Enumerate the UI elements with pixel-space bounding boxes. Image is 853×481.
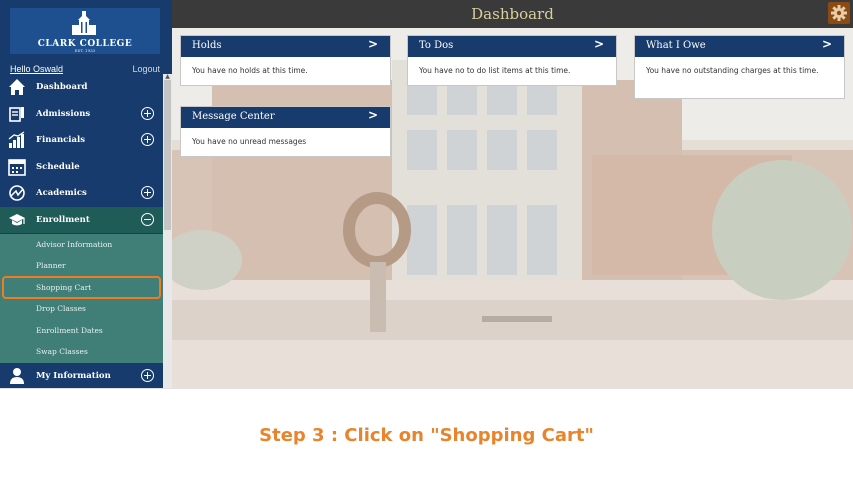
sidebar-item-admissions[interactable]: Admissions xyxy=(0,101,163,127)
submenu-item-advisor-information[interactable]: Advisor Information xyxy=(0,234,163,255)
card-title: What I Owe xyxy=(646,40,706,51)
graduation-cap-icon xyxy=(9,214,25,226)
holds-card-header[interactable]: Holds > xyxy=(181,36,390,57)
what-i-owe-card[interactable]: What I Owe > You have no outstanding cha… xyxy=(634,35,845,99)
sidebar-item-label: Enrollment xyxy=(36,215,90,225)
sidebar-item-label: Financials xyxy=(36,135,86,145)
highlight-box xyxy=(2,276,161,299)
building-logo-icon xyxy=(72,11,96,35)
card-body: You have no to do list items at this tim… xyxy=(419,66,571,75)
calendar-icon xyxy=(8,159,26,176)
top-bar: Dashboard xyxy=(172,0,853,28)
submenu-item-label: Advisor Information xyxy=(36,240,113,249)
submenu-item-label: Enrollment Dates xyxy=(36,326,103,335)
chevron-right-icon: > xyxy=(367,108,378,122)
todos-card[interactable]: To Dos > You have no to do list items at… xyxy=(407,35,617,86)
expand-plus-icon[interactable] xyxy=(141,133,154,146)
app-window: CLARK COLLEGE EST. 1933 Hello Oswald Log… xyxy=(0,0,853,388)
sidebar-item-label: My Information xyxy=(36,371,111,381)
sidebar-item-label: Dashboard xyxy=(36,82,88,92)
card-title: To Dos xyxy=(419,40,454,51)
person-icon xyxy=(10,368,24,384)
todos-card-header[interactable]: To Dos > xyxy=(408,36,616,57)
submenu-item-swap-classes[interactable]: Swap Classes xyxy=(0,341,163,362)
greeting-link[interactable]: Hello Oswald xyxy=(10,64,63,74)
holds-card[interactable]: Holds > You have no holds at this time. xyxy=(180,35,391,86)
academics-icon xyxy=(9,185,25,201)
main-content: Dashboard Holds > You have no holds at t… xyxy=(172,0,853,388)
admissions-icon xyxy=(9,107,24,122)
expand-plus-icon[interactable] xyxy=(141,107,154,120)
expand-plus-icon[interactable] xyxy=(141,186,154,199)
logo-established: EST. 1933 xyxy=(74,48,96,53)
card-body: You have no unread messages xyxy=(192,137,307,146)
submenu-item-enrollment-dates[interactable]: Enrollment Dates xyxy=(0,320,163,341)
submenu-item-planner[interactable]: Planner xyxy=(0,255,163,276)
sidebar-item-academics[interactable]: Academics xyxy=(0,180,163,206)
chevron-right-icon: > xyxy=(367,37,378,51)
card-title: Message Center xyxy=(192,111,275,122)
gear-icon xyxy=(831,5,847,21)
step-caption: Step 3 : Click on "Shopping Cart" xyxy=(259,425,594,446)
home-icon xyxy=(9,79,25,95)
sidebar-item-label: Academics xyxy=(36,188,87,198)
sidebar-item-label: Admissions xyxy=(36,109,91,119)
collapse-minus-icon[interactable] xyxy=(141,213,154,226)
sidebar: CLARK COLLEGE EST. 1933 Hello Oswald Log… xyxy=(0,0,172,388)
clark-college-logo[interactable]: CLARK COLLEGE EST. 1933 xyxy=(10,8,160,54)
what-i-owe-card-header[interactable]: What I Owe > xyxy=(635,36,844,57)
page-title: Dashboard xyxy=(471,5,554,23)
chevron-right-icon: > xyxy=(821,37,832,51)
submenu-item-label: Swap Classes xyxy=(36,347,88,356)
logout-link[interactable]: Logout xyxy=(132,64,160,74)
sidebar-item-schedule[interactable]: Schedule xyxy=(0,154,163,180)
chevron-right-icon: > xyxy=(593,37,604,51)
card-title: Holds xyxy=(192,40,222,51)
financials-icon xyxy=(8,131,25,148)
sidebar-item-my-information[interactable]: My Information xyxy=(0,363,163,388)
submenu-item-drop-classes[interactable]: Drop Classes xyxy=(0,298,163,319)
sidebar-scrollbar[interactable]: ▲ xyxy=(163,74,172,388)
sidebar-item-dashboard[interactable]: Dashboard xyxy=(0,74,163,100)
scrollbar-thumb[interactable] xyxy=(164,80,171,230)
submenu-item-label: Planner xyxy=(36,261,66,270)
card-body: You have no outstanding charges at this … xyxy=(646,66,819,75)
card-body: You have no holds at this time. xyxy=(192,66,308,75)
sidebar-item-enrollment[interactable]: Enrollment xyxy=(0,207,163,233)
message-center-card[interactable]: Message Center > You have no unread mess… xyxy=(180,106,391,157)
expand-plus-icon[interactable] xyxy=(141,369,154,382)
sidebar-item-label: Schedule xyxy=(36,162,80,172)
message-center-card-header[interactable]: Message Center > xyxy=(181,107,390,128)
tutorial-caption-area: Step 3 : Click on "Shopping Cart" xyxy=(0,388,853,481)
enrollment-submenu: Advisor Information Planner Shopping Car… xyxy=(0,234,163,364)
sidebar-item-financials[interactable]: Financials xyxy=(0,127,163,153)
submenu-item-label: Drop Classes xyxy=(36,304,86,313)
settings-button[interactable] xyxy=(828,2,850,24)
